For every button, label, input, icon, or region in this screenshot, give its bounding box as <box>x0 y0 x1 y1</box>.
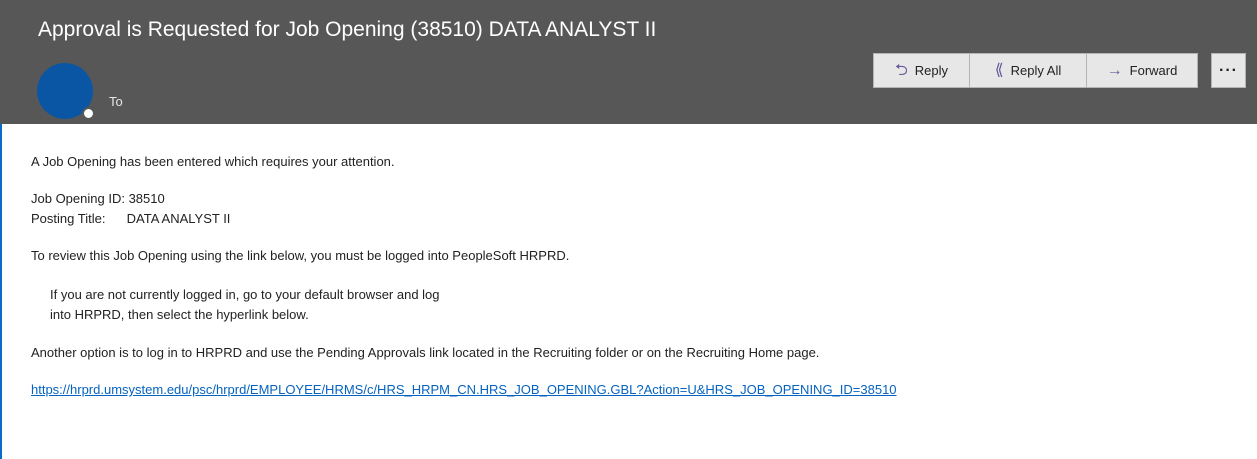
posting-title-value: DATA ANALYST II <box>126 211 231 226</box>
reply-button[interactable]: ⮌ Reply <box>873 53 970 88</box>
reply-icon: ⮌ <box>894 61 908 79</box>
posting-title-label: Posting Title: <box>31 211 106 226</box>
posting-title-row: Posting Title: DATA ANALYST II <box>31 211 230 226</box>
reply-all-button[interactable]: ⟪ Reply All <box>970 53 1087 88</box>
message-body: A Job Opening has been entered which req… <box>0 124 1257 459</box>
forward-label: Forward <box>1129 63 1178 78</box>
job-opening-id-value: 38510 <box>128 191 165 206</box>
reply-label: Reply <box>914 63 949 78</box>
email-subject: Approval is Requested for Job Opening (3… <box>38 18 657 41</box>
login-note-line2: into HRPRD, then select the hyperlink be… <box>50 307 309 322</box>
reply-all-icon: ⟪ <box>994 61 1004 79</box>
review-note: To review this Job Opening using the lin… <box>31 248 570 263</box>
job-opening-id-label: Job Opening ID: <box>31 191 125 206</box>
reply-all-label: Reply All <box>1010 63 1062 78</box>
intro-text: A Job Opening has been entered which req… <box>31 154 395 169</box>
forward-button[interactable]: → Forward <box>1087 53 1198 88</box>
forward-icon: → <box>1106 61 1123 79</box>
another-option-text: Another option is to log in to HRPRD and… <box>31 345 820 360</box>
job-opening-id-row: Job Opening ID: 38510 <box>31 191 165 206</box>
message-actions: ⮌ Reply ⟪ Reply All → Forward <box>873 53 1198 88</box>
more-options-button[interactable]: ··· <box>1211 53 1246 88</box>
job-opening-link[interactable]: https://hrprd.umsystem.edu/psc/hrprd/EMP… <box>31 382 897 397</box>
presence-status-icon <box>82 107 95 120</box>
message-header: Approval is Requested for Job Opening (3… <box>0 0 1257 124</box>
to-label: To <box>109 94 123 109</box>
login-note-line1: If you are not currently logged in, go t… <box>50 287 440 302</box>
more-icon: ··· <box>1219 61 1238 79</box>
